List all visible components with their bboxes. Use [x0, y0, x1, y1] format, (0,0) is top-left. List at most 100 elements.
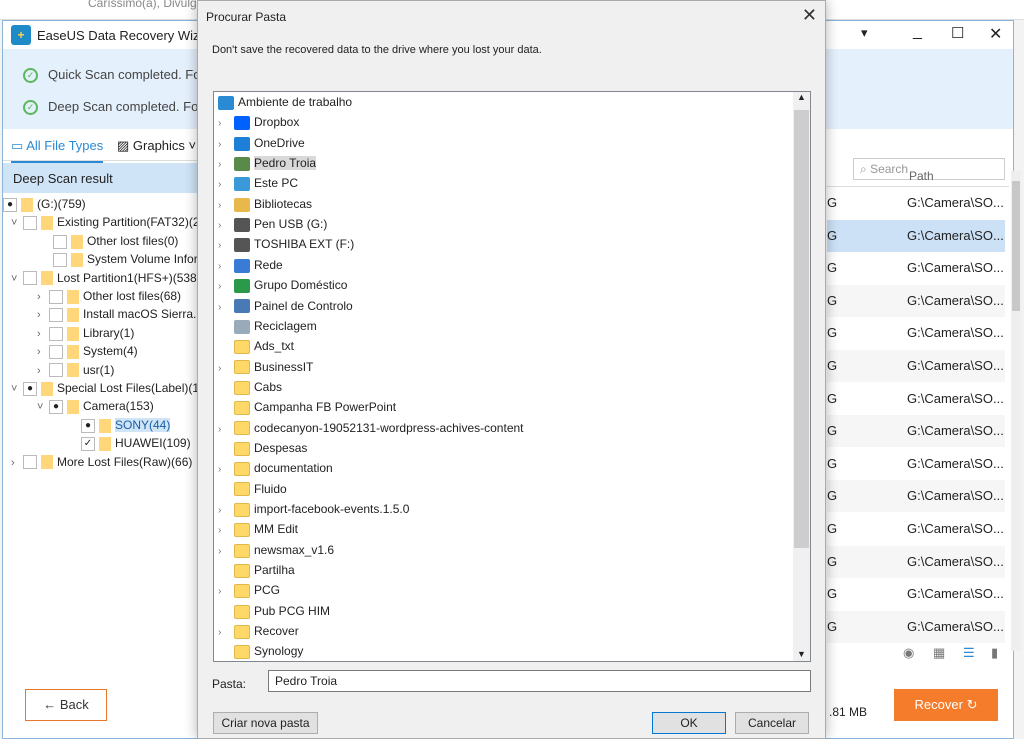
file-row[interactable]: G G:\Camera\SO... — [827, 350, 1005, 382]
expand-arrow-icon[interactable]: ˅ — [37, 398, 49, 416]
tree-checkbox[interactable]: ● — [3, 197, 17, 212]
folder-item[interactable]: Campanha FB PowerPoint — [218, 397, 396, 417]
expand-arrow-icon[interactable]: › — [218, 236, 234, 256]
expand-arrow-icon[interactable]: › — [218, 582, 234, 602]
folder-tree-scrollbar-thumb[interactable] — [794, 110, 809, 548]
folder-item[interactable]: Partilha — [218, 560, 295, 580]
scroll-down-icon[interactable]: ▼ — [797, 649, 806, 659]
close-button[interactable]: ✕ — [989, 24, 1002, 44]
file-row[interactable]: G G:\Camera\SO... — [827, 578, 1005, 610]
tree-node[interactable]: ● SONY(44) — [81, 416, 171, 434]
folder-item[interactable]: › TOSHIBA EXT (F:) — [218, 234, 354, 254]
file-row[interactable]: G G:\Camera\SO... — [827, 480, 1005, 513]
expand-arrow-icon[interactable]: › — [218, 175, 234, 195]
expand-arrow-icon[interactable]: ˅ — [11, 214, 23, 232]
file-row[interactable]: G G:\Camera\SO... — [827, 415, 1005, 448]
grid-view-icon[interactable]: ▦ — [933, 645, 945, 661]
folder-input[interactable]: Pedro Troia — [268, 670, 811, 692]
tree-node[interactable]: ● (G:)(759) — [3, 195, 86, 213]
folder-item[interactable]: › Dropbox — [218, 112, 299, 132]
tree-node[interactable]: ˅ Existing Partition(FAT32)(2 — [11, 213, 200, 231]
tree-checkbox[interactable] — [49, 308, 63, 323]
recover-button[interactable]: Recover ↻ — [894, 689, 998, 721]
file-row[interactable]: G G:\Camera\SO... — [827, 252, 1005, 284]
folder-item[interactable]: › MM Edit — [218, 519, 298, 539]
dropdown-icon[interactable]: ▾ — [861, 25, 868, 41]
path-column-header[interactable]: Path — [827, 167, 1009, 187]
expand-arrow-icon[interactable]: › — [218, 155, 234, 175]
eye-icon[interactable]: ◉ — [903, 645, 914, 661]
expand-arrow-icon[interactable]: ˅ — [11, 270, 23, 288]
folder-item[interactable]: › Bibliotecas — [218, 194, 312, 214]
expand-arrow-icon[interactable]: › — [37, 325, 49, 343]
file-row[interactable]: G G:\Camera\SO... — [827, 284, 1005, 317]
expand-arrow-icon[interactable]: › — [218, 257, 234, 277]
expand-arrow-icon[interactable]: › — [37, 288, 49, 306]
new-folder-button[interactable]: Criar nova pasta — [213, 712, 318, 734]
folder-item[interactable]: › documentation — [218, 458, 333, 478]
folder-tree-scrollbar[interactable]: ▲ ▼ — [793, 92, 810, 661]
folder-item[interactable]: › OneDrive — [218, 133, 305, 153]
folder-item[interactable]: Ads_txt — [218, 336, 294, 356]
expand-arrow-icon[interactable]: › — [218, 501, 234, 521]
expand-arrow-icon[interactable]: › — [11, 454, 23, 472]
tree-node[interactable]: Other lost files(0) — [53, 232, 178, 250]
folder-item[interactable]: › BusinessIT — [218, 357, 313, 377]
expand-arrow-icon[interactable]: › — [37, 362, 49, 380]
expand-arrow-icon[interactable]: ˅ — [11, 380, 23, 398]
file-row[interactable]: G G:\Camera\SO... — [827, 610, 1005, 643]
tree-node[interactable]: › usr(1) — [37, 361, 114, 379]
file-row[interactable]: G G:\Camera\SO... — [827, 383, 1005, 415]
expand-arrow-icon[interactable]: › — [218, 623, 234, 643]
folder-item[interactable]: › Rede — [218, 255, 283, 275]
tree-node[interactable]: › More Lost Files(Raw)(66) — [11, 453, 192, 471]
tree-checkbox[interactable]: ● — [81, 418, 95, 433]
tree-node[interactable]: System Volume Infor — [53, 250, 198, 268]
folder-item[interactable]: Reciclagem — [218, 316, 317, 336]
folder-item[interactable]: › Pen USB (G:) — [218, 214, 327, 234]
folder-item[interactable]: › import-facebook-events.1.5.0 — [218, 499, 409, 519]
folder-item[interactable]: › Painel de Controlo — [218, 296, 353, 316]
folder-item[interactable]: › Pedro Troia — [218, 153, 317, 175]
tree-node[interactable]: ˅ Lost Partition1(HFS+)(538 — [11, 269, 197, 287]
expand-arrow-icon[interactable]: › — [218, 359, 234, 379]
tab-all-file-types[interactable]: ▭ All File Types — [11, 138, 104, 163]
tree-node[interactable]: › Install macOS Sierra. — [37, 305, 196, 323]
tree-checkbox[interactable] — [23, 216, 37, 231]
expand-arrow-icon[interactable]: › — [218, 420, 234, 440]
list-scrollbar-thumb[interactable] — [1012, 181, 1020, 311]
tree-node[interactable]: › System(4) — [37, 342, 138, 360]
expand-arrow-icon[interactable]: › — [218, 135, 234, 155]
tree-checkbox[interactable] — [49, 363, 63, 378]
file-row[interactable]: G G:\Camera\SO... — [827, 545, 1005, 578]
file-row[interactable]: G G:\Camera\SO... — [827, 448, 1005, 480]
back-button[interactable]: ← Back — [25, 689, 107, 721]
tree-checkbox[interactable] — [53, 234, 67, 249]
folder-item[interactable]: › Recover — [218, 621, 299, 641]
folder-item[interactable]: › codecanyon-19052131-wordpress-achives-c… — [218, 418, 524, 438]
scroll-up-icon[interactable]: ▲ — [797, 92, 806, 102]
tree-checkbox[interactable] — [23, 455, 37, 470]
folder-item[interactable]: › PCG — [218, 580, 280, 600]
file-row[interactable]: G G:\Camera\SO... — [827, 219, 1005, 252]
file-row[interactable]: G G:\Camera\SO... — [827, 513, 1005, 545]
file-row[interactable]: G G:\Camera\SO... — [827, 187, 1005, 219]
folder-item[interactable]: Synology — [218, 641, 303, 661]
tree-node[interactable]: › Other lost files(68) — [37, 287, 181, 305]
folder-item[interactable]: › Grupo Doméstico — [218, 275, 347, 295]
tree-checkbox[interactable] — [49, 345, 63, 360]
expand-arrow-icon[interactable]: › — [218, 298, 234, 318]
folder-item[interactable]: › Este PC — [218, 173, 298, 193]
expand-arrow-icon[interactable]: › — [218, 196, 234, 216]
tab-graphics[interactable]: ▨ Graphics ˅ — [117, 138, 196, 154]
folder-item[interactable]: Ambiente de trabalho — [218, 92, 352, 112]
tree-checkbox[interactable]: ✓ — [81, 437, 95, 452]
tree-checkbox[interactable] — [49, 326, 63, 341]
expand-arrow-icon[interactable]: › — [218, 460, 234, 480]
tree-checkbox[interactable]: ● — [23, 381, 37, 396]
expand-arrow-icon[interactable]: › — [218, 277, 234, 297]
tree-checkbox[interactable] — [23, 271, 37, 286]
folder-item[interactable]: Fluido — [218, 479, 287, 499]
minimize-button[interactable]: _ — [913, 23, 922, 41]
expand-arrow-icon[interactable]: › — [218, 542, 234, 562]
